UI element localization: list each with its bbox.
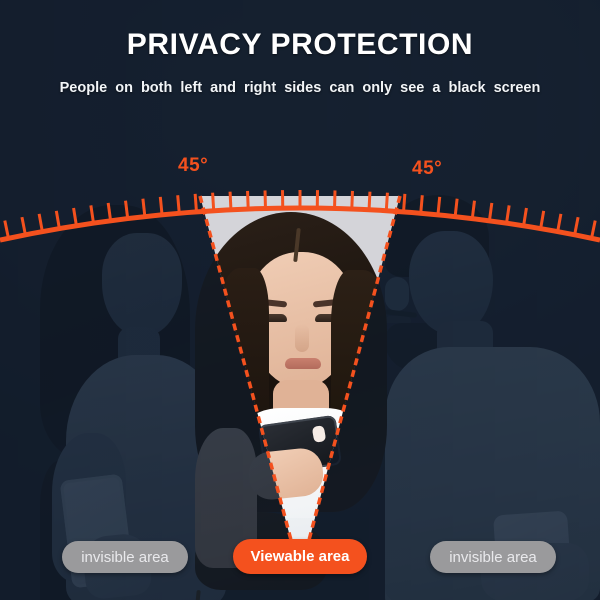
arc-tick	[419, 195, 424, 214]
arc-tick	[158, 196, 164, 215]
arc-tick	[124, 200, 130, 219]
legend-viewable-center[interactable]: Viewable area	[233, 539, 367, 574]
arc-tick	[590, 220, 597, 239]
arc-tick	[487, 202, 494, 221]
angle-label-right: 45°	[412, 158, 443, 179]
arc-tick	[20, 216, 27, 236]
arc-tick	[106, 202, 113, 221]
arc-tick	[522, 207, 528, 227]
arc-tick	[367, 191, 372, 210]
arc-line	[0, 205, 600, 243]
arc-tick	[54, 210, 61, 229]
arc-tick	[211, 192, 216, 211]
arc-tick	[193, 193, 198, 212]
page-subtitle: People on both left and right sides can …	[59, 80, 541, 96]
page-title: PRIVACY PROTECTION	[126, 28, 474, 61]
legend-invisible-left[interactable]: invisible area	[62, 541, 188, 573]
angle-label-left: 45°	[178, 155, 209, 176]
arc-tick	[350, 190, 354, 210]
arc-tick	[573, 216, 580, 236]
legend-invisible-right[interactable]: invisible area	[430, 541, 556, 573]
arc-tick	[505, 205, 511, 224]
arc-tick	[37, 213, 44, 232]
arc-tick	[453, 198, 459, 217]
arc-tick	[72, 207, 78, 227]
arc-tick-group	[3, 189, 597, 239]
arc-tick	[3, 220, 10, 239]
arc-tick	[89, 205, 95, 224]
angle-arc	[0, 189, 600, 243]
arc-tick	[470, 200, 476, 219]
arc-tick	[436, 196, 442, 215]
arc-tick	[141, 198, 147, 217]
arc-tick	[402, 193, 407, 212]
arc-tick	[384, 192, 389, 211]
arc-tick	[556, 213, 563, 232]
arc-tick	[176, 195, 181, 214]
arc-tick	[539, 210, 546, 229]
arc-tick	[246, 190, 250, 210]
arc-tick	[228, 191, 233, 210]
privacy-protection-infographic: 45° 45° PRIVACY PROTECTION People on bot…	[0, 0, 600, 600]
